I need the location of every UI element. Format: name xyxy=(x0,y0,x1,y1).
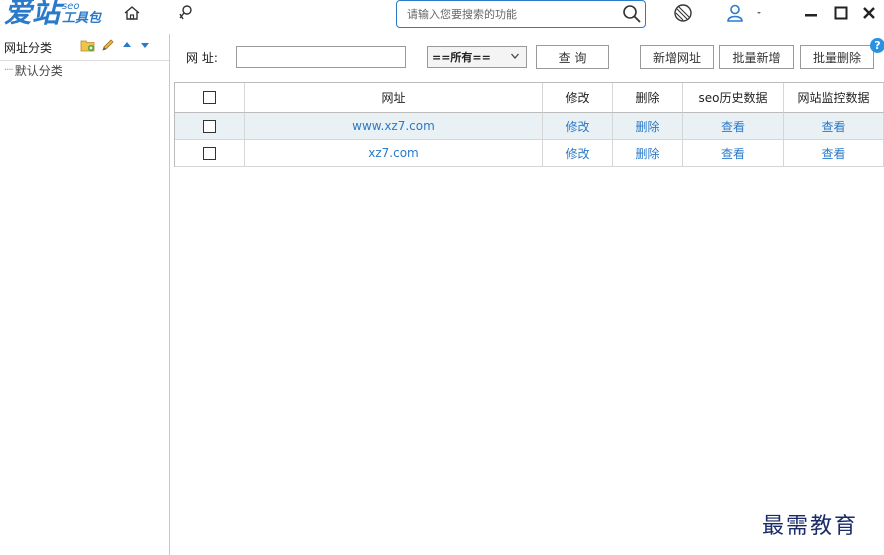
logo-main-text: 爱站 xyxy=(4,0,61,29)
url-link[interactable]: xz7.com xyxy=(245,140,543,167)
row-checkbox[interactable] xyxy=(203,146,216,160)
row-checkbox-cell[interactable] xyxy=(175,140,245,167)
tree-item-label: 默认分类 xyxy=(14,63,63,78)
watermark-text: 最需教育 xyxy=(762,514,859,539)
help-icon[interactable]: ? xyxy=(870,38,884,53)
move-up-icon[interactable] xyxy=(121,39,133,54)
select-all-cell[interactable] xyxy=(175,83,245,113)
table-row: xz7.com 修改 删除 查看 查看 xyxy=(175,140,884,167)
url-input[interactable] xyxy=(236,46,406,68)
user-icon[interactable] xyxy=(724,2,746,24)
table-row: www.xz7.com 修改 删除 查看 查看 xyxy=(175,113,884,140)
url-table: 网址 修改 删除 seo历史数据 网站监控数据 www.xz7.com 修改 删… xyxy=(174,82,884,167)
search-box[interactable]: 请输入您要搜索的功能 xyxy=(396,0,646,28)
table-header: 网址 修改 删除 seo历史数据 网站监控数据 xyxy=(175,83,884,113)
filter-toolbar: 网 址: ==所有== 查 询 新增网址 批量新增 批量删除 ? xyxy=(170,34,884,80)
home-icon[interactable] xyxy=(121,2,143,24)
seo-history-link[interactable]: 查看 xyxy=(683,113,784,140)
caret-down-icon[interactable] xyxy=(752,2,766,24)
column-header: 网站监控数据 xyxy=(784,83,884,113)
add-url-button[interactable]: 新增网址 xyxy=(640,45,714,69)
query-button[interactable]: 查 询 xyxy=(536,45,609,69)
close-icon[interactable] xyxy=(858,2,880,24)
add-folder-icon[interactable] xyxy=(80,39,95,55)
tree-connector: ···· xyxy=(4,64,14,76)
skin-icon[interactable] xyxy=(672,2,694,24)
app-logo: 爱站 seo 工具包 xyxy=(4,0,101,30)
seo-history-link[interactable]: 查看 xyxy=(683,140,784,167)
link-icon[interactable] xyxy=(175,2,197,24)
column-header: seo历史数据 xyxy=(683,83,784,113)
title-bar: 爱站 seo 工具包 请输入您要搜索的功能 xyxy=(0,0,884,34)
row-checkbox[interactable] xyxy=(203,119,216,133)
category-select-value: ==所有== xyxy=(432,51,491,64)
category-sidebar: 网址分类 ···· 默认分类 xyxy=(0,34,170,555)
main-panel: 网 址: ==所有== 查 询 新增网址 批量新增 批量删除 ? 网址 修改 删… xyxy=(170,34,884,555)
category-select[interactable]: ==所有== xyxy=(427,46,527,68)
tree-item-default[interactable]: ···· 默认分类 xyxy=(0,61,169,79)
delete-link[interactable]: 删除 xyxy=(613,113,683,140)
monitor-link[interactable]: 查看 xyxy=(784,140,884,167)
batch-add-button[interactable]: 批量新增 xyxy=(719,45,794,69)
monitor-link[interactable]: 查看 xyxy=(784,113,884,140)
sidebar-title: 网址分类 xyxy=(4,40,53,55)
delete-link[interactable]: 删除 xyxy=(613,140,683,167)
move-down-icon[interactable] xyxy=(139,39,151,54)
search-icon[interactable] xyxy=(619,1,645,27)
row-checkbox-cell[interactable] xyxy=(175,113,245,140)
column-header: 网址 xyxy=(245,83,543,113)
edit-link[interactable]: 修改 xyxy=(543,113,613,140)
sidebar-header: 网址分类 xyxy=(0,34,169,61)
minimize-icon[interactable] xyxy=(800,2,822,24)
chevron-down-icon xyxy=(510,51,520,64)
search-input[interactable]: 请输入您要搜索的功能 xyxy=(397,6,619,22)
maximize-icon[interactable] xyxy=(830,2,852,24)
column-header: 修改 xyxy=(543,83,613,113)
logo-tool-text: 工具包 xyxy=(62,11,102,26)
url-label: 网 址: xyxy=(186,51,218,65)
batch-delete-button[interactable]: 批量删除 xyxy=(800,45,874,69)
edit-pencil-icon[interactable] xyxy=(101,38,115,55)
column-header: 删除 xyxy=(613,83,683,113)
edit-link[interactable]: 修改 xyxy=(543,140,613,167)
url-link[interactable]: www.xz7.com xyxy=(245,113,543,140)
select-all-checkbox[interactable] xyxy=(203,91,216,104)
